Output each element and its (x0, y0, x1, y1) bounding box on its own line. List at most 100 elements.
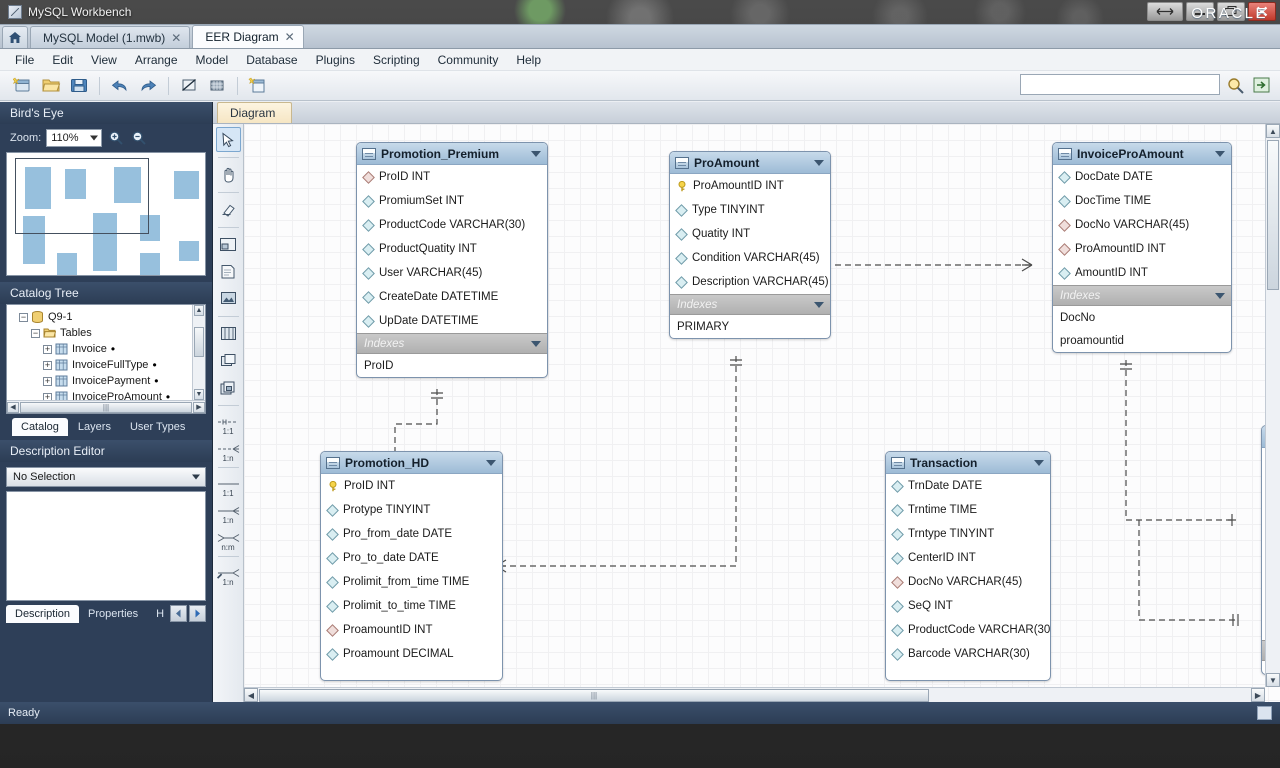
table-header[interactable]: Promotion_Premium (357, 143, 547, 165)
table-column[interactable]: ProID INT (321, 474, 502, 498)
indexes-header[interactable]: Indexes (1053, 285, 1231, 306)
table-header[interactable]: ProAmount (670, 152, 830, 174)
table-column[interactable]: SeQ INT (886, 594, 1050, 618)
save-model-icon[interactable] (66, 74, 92, 98)
chevron-down-icon[interactable] (814, 302, 824, 308)
scroll-left-icon[interactable]: ◀ (244, 688, 258, 702)
arrow-right-icon[interactable] (189, 605, 206, 622)
scroll-up-icon[interactable]: ▲ (194, 305, 204, 316)
index-row[interactable]: proamountid (1053, 329, 1231, 352)
table-column[interactable]: Prolimit_to_time TIME (321, 594, 502, 618)
table-column[interactable]: ProductQuatity INT (357, 237, 547, 261)
canvas-vertical-scrollbar[interactable]: ▲ ▼ (1265, 124, 1280, 687)
open-model-icon[interactable] (38, 74, 64, 98)
table-column[interactable]: CenterID INT (886, 546, 1050, 570)
scroll-down-icon[interactable]: ▼ (1266, 673, 1280, 687)
table-column[interactable]: UpDate DATETIME (357, 309, 547, 333)
undo-icon[interactable] (107, 74, 133, 98)
chevron-down-icon[interactable] (1034, 460, 1044, 466)
pointer-tool[interactable] (216, 127, 241, 152)
chevron-down-icon[interactable] (814, 160, 824, 166)
menu-scripting[interactable]: Scripting (364, 51, 429, 69)
menu-help[interactable]: Help (507, 51, 550, 69)
rel-n-m-identifying[interactable]: n:m (215, 526, 242, 552)
catalog-tree[interactable]: − Q9-1 − Tables (6, 304, 206, 414)
tab-catalog[interactable]: Catalog (12, 418, 68, 436)
tab-properties[interactable]: Properties (79, 605, 147, 623)
scroll-right-icon[interactable]: ▶ (1251, 688, 1265, 702)
tab-layers[interactable]: Layers (69, 418, 120, 436)
tab-description[interactable]: Description (6, 605, 79, 623)
rel-1-1-non-identifying[interactable]: 1:1 (215, 410, 242, 436)
table-column[interactable]: DocNo VARCHAR(45) (1053, 213, 1231, 237)
table-column[interactable]: User VARCHAR(45) (357, 261, 547, 285)
close-icon[interactable]: ✕ (285, 30, 295, 44)
table-header[interactable]: Promotion_HD (321, 452, 502, 474)
scroll-thumb[interactable] (194, 327, 204, 357)
table-column[interactable]: Pro_from_date DATE (321, 522, 502, 546)
table-column[interactable]: CreateDate DATETIME (357, 285, 547, 309)
table-node-transaction[interactable]: Transaction TrnDate DATE Trntime TIME Tr… (885, 451, 1051, 681)
chevron-down-icon[interactable] (486, 460, 496, 466)
table-column[interactable]: Prolimit_from_time TIME (321, 570, 502, 594)
scroll-left-icon[interactable]: ◀ (7, 402, 19, 413)
hand-tool[interactable] (216, 162, 241, 187)
new-diagram-icon[interactable] (245, 74, 271, 98)
table-column[interactable]: Type TINYINT (670, 198, 830, 222)
menu-arrange[interactable]: Arrange (126, 51, 187, 69)
expander-icon[interactable]: + (43, 361, 52, 370)
redo-icon[interactable] (135, 74, 161, 98)
table-column[interactable]: ProAmountID INT (1053, 237, 1231, 261)
table-column[interactable]: DocTime TIME (1053, 189, 1231, 213)
table-node-proamount[interactable]: ProAmount ProAmountID INT Type TINYINT Q… (669, 151, 831, 339)
view-tool[interactable] (216, 348, 241, 373)
table-column[interactable]: PromiumSet INT (357, 189, 547, 213)
rel-1-n-pick[interactable]: 1:n (215, 561, 242, 587)
description-textarea[interactable] (6, 491, 206, 601)
search-icon[interactable] (1224, 74, 1246, 95)
scroll-down-icon[interactable]: ▼ (194, 389, 204, 400)
table-column[interactable]: DocNo VARCHAR(45) (886, 570, 1050, 594)
chevron-down-icon[interactable] (531, 341, 541, 347)
note-tool[interactable] (216, 259, 241, 284)
tree-item-invoice[interactable]: + Invoice • (11, 341, 205, 357)
table-node-promotion-hd[interactable]: Promotion_HD ProID INT Protype TINYINT P… (320, 451, 503, 681)
table-column[interactable]: AmountID INT (1053, 261, 1231, 285)
menu-edit[interactable]: Edit (43, 51, 82, 69)
indexes-header[interactable]: Indexes (357, 333, 547, 354)
routine-group-tool[interactable] (216, 375, 241, 400)
table-column[interactable]: ProAmountID INT (670, 174, 830, 198)
new-model-icon[interactable] (10, 74, 36, 98)
table-grid-icon[interactable] (204, 74, 230, 98)
scroll-right-icon[interactable]: ▶ (193, 402, 205, 413)
scroll-thumb[interactable]: ||| (20, 402, 192, 413)
tab-user-types[interactable]: User Types (121, 418, 194, 436)
toggle-grid-icon[interactable] (176, 74, 202, 98)
indexes-header[interactable]: Indexes (670, 294, 830, 315)
tree-item-invoicepayment[interactable]: + InvoicePayment • (11, 373, 205, 389)
table-node-promotion-premium[interactable]: Promotion_Premium ProID INT PromiumSet I… (356, 142, 548, 378)
zoom-out-icon[interactable] (130, 129, 148, 147)
rel-1-1-identifying[interactable]: 1:1 (215, 472, 242, 498)
table-column[interactable]: Trntype TINYINT (886, 522, 1050, 546)
table-column[interactable]: ProID INT (357, 165, 547, 189)
index-row[interactable]: DocNo (1053, 306, 1231, 329)
expander-icon[interactable]: − (31, 329, 40, 338)
expander-icon[interactable]: + (43, 377, 52, 386)
tree-horizontal-scrollbar[interactable]: ◀ ||| ▶ (7, 400, 205, 413)
zoom-in-icon[interactable] (107, 129, 125, 147)
menu-model[interactable]: Model (187, 51, 238, 69)
table-tool[interactable] (216, 321, 241, 346)
tree-vertical-scrollbar[interactable]: ▲ ▼ (192, 305, 205, 400)
eraser-tool[interactable] (216, 197, 241, 222)
table-column[interactable]: Pro_to_date DATE (321, 546, 502, 570)
menu-community[interactable]: Community (429, 51, 508, 69)
menu-file[interactable]: File (6, 51, 43, 69)
table-column[interactable]: Barcode VARCHAR(30) (886, 642, 1050, 666)
export-icon[interactable] (1250, 74, 1272, 95)
resize-button[interactable] (1147, 2, 1183, 21)
table-column[interactable]: Quatity INT (670, 222, 830, 246)
index-row[interactable]: ProID (357, 354, 547, 377)
scroll-up-icon[interactable]: ▲ (1266, 124, 1280, 138)
table-column[interactable]: ProductCode VARCHAR(30) (886, 618, 1050, 642)
